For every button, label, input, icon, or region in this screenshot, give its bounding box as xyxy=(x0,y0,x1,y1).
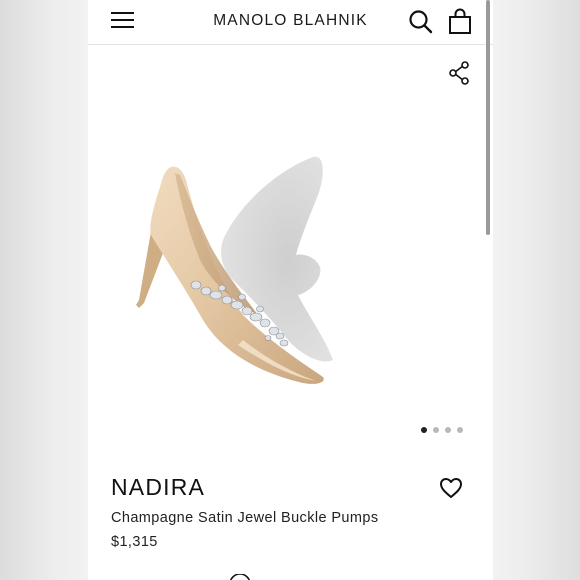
search-icon[interactable] xyxy=(408,9,433,34)
right-backdrop xyxy=(493,0,580,580)
product-price: $1,315 xyxy=(111,534,158,550)
product-image[interactable] xyxy=(128,145,393,390)
carousel-dot[interactable] xyxy=(421,427,427,433)
product-name: NADIRA xyxy=(111,474,206,500)
left-backdrop xyxy=(0,0,88,580)
top-header: MANOLO BLAHNIK xyxy=(88,0,493,45)
carousel-dots xyxy=(421,427,463,435)
product-description: Champagne Satin Jewel Buckle Pumps xyxy=(111,510,379,526)
scrollbar[interactable] xyxy=(486,0,490,235)
carousel-dot[interactable] xyxy=(433,427,439,433)
shopping-bag-icon[interactable] xyxy=(448,8,472,35)
carousel-dot[interactable] xyxy=(445,427,451,433)
partial-icon xyxy=(230,574,250,580)
heart-icon[interactable] xyxy=(439,477,463,499)
carousel-dot[interactable] xyxy=(457,427,463,433)
share-icon[interactable] xyxy=(448,61,470,85)
product-page: MANOLO BLAHNIK NADIRA Champagne Satin Je… xyxy=(88,0,493,580)
